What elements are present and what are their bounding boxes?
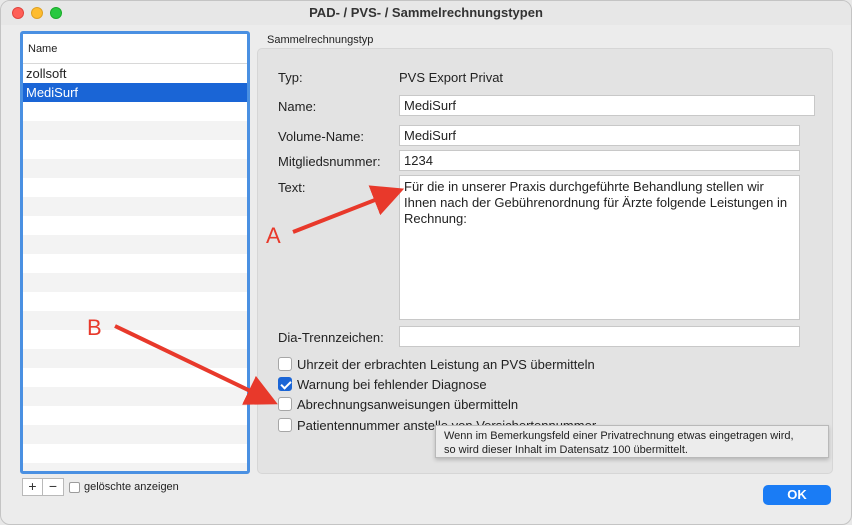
- billing-instructions-checkbox[interactable]: [278, 397, 292, 411]
- list-row-empty: [23, 159, 247, 178]
- list-row-empty: [23, 406, 247, 425]
- billing-instructions-label: Abrechnungsanweisungen übermitteln: [297, 396, 519, 412]
- list-row-empty: [23, 387, 247, 406]
- name-field[interactable]: MediSurf: [399, 95, 815, 116]
- remove-button[interactable]: −: [43, 478, 64, 496]
- checkbox-row-time[interactable]: Uhrzeit der erbrachten Leistung an PVS ü…: [278, 356, 595, 372]
- title-bar: PAD- / PVS- / Sammelrechnungstypen: [1, 1, 851, 25]
- list-header-name[interactable]: Name: [23, 34, 247, 64]
- show-deleted-checkbox[interactable]: [69, 481, 80, 493]
- list-row-empty: [23, 178, 247, 197]
- list-row-empty: [23, 254, 247, 273]
- checkbox-row-billing[interactable]: Abrechnungsanweisungen übermitteln: [278, 396, 518, 412]
- window-title: PAD- / PVS- / Sammelrechnungstypen: [309, 5, 543, 20]
- list-item-medisurf[interactable]: MediSurf: [23, 83, 247, 102]
- missing-diagnosis-warning-label: Warnung bei fehlender Diagnose: [297, 376, 487, 392]
- missing-diagnosis-warning-checkbox[interactable]: [278, 377, 292, 391]
- list-row-empty: [23, 216, 247, 235]
- typ-value: PVS Export Privat: [399, 70, 504, 85]
- tooltip-line-1: Wenn im Bemerkungsfeld einer Privatrechn…: [444, 430, 794, 442]
- list-row-empty: [23, 349, 247, 368]
- group-label: Sammelrechnungstyp: [267, 34, 374, 46]
- member-number-label: Mitgliedsnummer:: [278, 154, 381, 169]
- list-row-empty: [23, 140, 247, 159]
- list-row-empty: [23, 102, 247, 121]
- add-button[interactable]: +: [22, 478, 43, 496]
- list-row-empty: [23, 425, 247, 444]
- list-row-empty: [23, 463, 247, 471]
- text-label: Text:: [278, 180, 306, 195]
- list-tools: + − gelöschte anzeigen: [22, 478, 179, 496]
- checkbox-row-diagnosis[interactable]: Warnung bei fehlender Diagnose: [278, 376, 487, 392]
- tooltip: Wenn im Bemerkungsfeld einer Privatrechn…: [435, 425, 829, 458]
- name-label: Name:: [278, 99, 317, 114]
- list-row-empty: [23, 292, 247, 311]
- list-item-zollsoft[interactable]: zollsoft: [23, 64, 247, 83]
- list-row-empty: [23, 121, 247, 140]
- dia-separator-label: Dia-Trennzeichen:: [278, 330, 384, 345]
- sammelrechnungstyp-list[interactable]: Name zollsoft MediSurf: [20, 31, 250, 474]
- window: PAD- / PVS- / Sammelrechnungstypen Name …: [0, 0, 852, 525]
- list-row-empty: [23, 330, 247, 349]
- show-deleted-label: gelöschte anzeigen: [84, 481, 179, 493]
- tooltip-line-2: so wird dieser Inhalt im Datensatz 100 ü…: [444, 444, 688, 456]
- dia-separator-field[interactable]: [399, 326, 800, 347]
- list-rows: zollsoft MediSurf: [23, 64, 247, 471]
- annotation-a-label: A: [266, 223, 281, 248]
- text-area[interactable]: Für die in unserer Praxis durchgeführte …: [399, 175, 800, 320]
- list-row-empty: [23, 444, 247, 463]
- list-row-empty: [23, 197, 247, 216]
- ok-button[interactable]: OK: [763, 485, 831, 505]
- list-row-empty: [23, 273, 247, 292]
- volume-name-field[interactable]: MediSurf: [399, 125, 800, 146]
- list-row-empty: [23, 311, 247, 330]
- volume-name-label: Volume-Name:: [278, 129, 364, 144]
- patient-number-checkbox[interactable]: [278, 418, 292, 432]
- annotation-b-label: B: [87, 315, 102, 340]
- member-number-field[interactable]: 1234: [399, 150, 800, 171]
- time-to-pvs-checkbox[interactable]: [278, 357, 292, 371]
- list-row-empty: [23, 368, 247, 387]
- typ-label: Typ:: [278, 70, 303, 85]
- list-row-empty: [23, 235, 247, 254]
- time-to-pvs-label: Uhrzeit der erbrachten Leistung an PVS ü…: [297, 356, 595, 372]
